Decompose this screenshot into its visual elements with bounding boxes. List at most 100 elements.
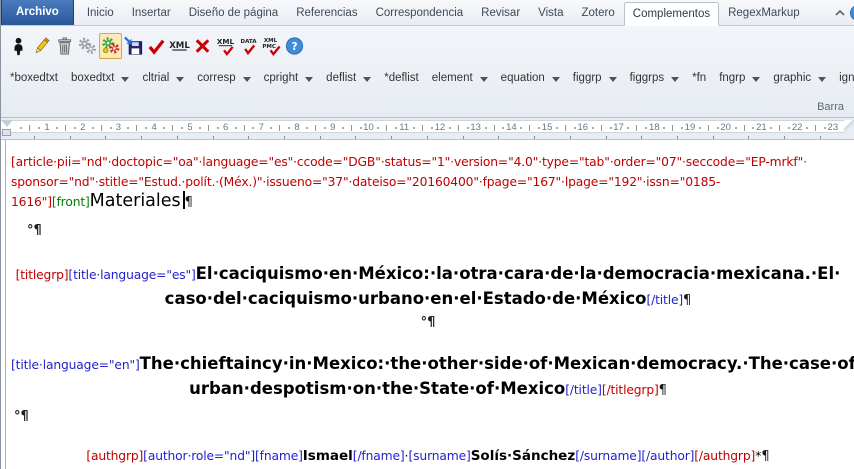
markup-button-boxedtxt[interactable]: *boxedtxt: [10, 72, 58, 84]
svg-text:PMC: PMC: [262, 44, 276, 50]
ruler-tick: [288, 127, 290, 129]
data-check-icon-button[interactable]: DATA: [237, 33, 260, 59]
markup-tag-run: [author·role="nd"]: [143, 449, 255, 463]
tab-archivo[interactable]: Archivo: [1, 0, 74, 25]
text-run: El·caciquismo·en·México:·la·otra·cara·de…: [196, 264, 841, 283]
red-check-icon-button[interactable]: [145, 33, 168, 59]
paragraph[interactable]: °¶: [11, 312, 845, 333]
tab-zotero[interactable]: Zotero: [573, 1, 624, 25]
first-line-indent-marker[interactable]: [1, 120, 13, 127]
document-editing-area[interactable]: [article·pii="nd"·doctopic="oa"·language…: [1, 140, 854, 469]
markup-button-ign[interactable]: ign: [839, 72, 854, 84]
default-tab-stop-mark: [284, 136, 285, 139]
markup-button-corresp[interactable]: corresp: [197, 72, 250, 84]
ruler-endcap: [844, 120, 854, 133]
ruler-number: 21: [756, 122, 767, 133]
default-tab-stop-mark: [34, 136, 35, 139]
ruler-number: 15: [542, 122, 553, 133]
help-icon[interactable]: [850, 5, 854, 21]
xml-pmc-check-icon-button[interactable]: XMLPMC: [260, 33, 283, 59]
ruler-tick: [101, 125, 102, 131]
xml-check-icon-button[interactable]: XML: [214, 33, 237, 59]
paragraph[interactable]: [authgrp][author·role="nd"][fname]Ismael…: [11, 446, 845, 467]
ruler-tick: [199, 127, 201, 129]
markup-button-graphic[interactable]: graphic: [773, 72, 826, 84]
tab-insertar[interactable]: Insertar: [123, 1, 180, 25]
pencil-icon-button[interactable]: [30, 33, 53, 59]
paragraph[interactable]: [title·language="en"]The·chieftaincy·in·…: [11, 352, 845, 402]
tab-referencias[interactable]: Referencias: [287, 1, 366, 25]
ruler-tick: [744, 125, 745, 131]
markup-button-label: ign: [839, 72, 854, 84]
ruler-tick: [181, 127, 183, 129]
ruler-tick: [324, 127, 326, 129]
ruler-number: 9: [330, 122, 335, 133]
markup-button-boxedtxt[interactable]: boxedtxt: [71, 72, 129, 84]
tab-regexmarkup[interactable]: RegexMarkup: [719, 1, 809, 25]
markup-button-element[interactable]: element: [432, 72, 488, 84]
markup-tag-run: [titlegrp]: [16, 268, 69, 282]
markup-button-deflist[interactable]: *deflist: [384, 72, 419, 84]
markup-button-equation[interactable]: equation: [501, 72, 560, 84]
ruler-tick: [806, 127, 808, 129]
tab-complementos[interactable]: Complementos: [624, 2, 719, 26]
markup-button-fngrp[interactable]: fngrp: [719, 72, 760, 84]
paragraph[interactable]: °¶: [27, 220, 845, 241]
ruler-band[interactable]: 1234567891011121314151617181920212223: [1, 120, 846, 133]
custom-toolbars-text-row: *boxedtxt boxedtxt cltrial corresp cpright de…: [10, 72, 854, 84]
svg-text:DATA: DATA: [240, 39, 257, 45]
ribbon-tab-bar: ArchivoInicioInsertarDiseño de páginaRef…: [1, 0, 854, 26]
tab-inicio[interactable]: Inicio: [78, 1, 123, 25]
ruler-number: 6: [223, 122, 228, 133]
ruler-tick: [449, 127, 451, 129]
left-indent-marker[interactable]: [2, 129, 11, 136]
markup-button-figgrps[interactable]: figgrps: [630, 72, 680, 84]
default-tab-stop-mark: [177, 136, 178, 139]
help-icon-button[interactable]: ?: [283, 33, 306, 59]
ruler-tick: [315, 125, 316, 131]
markup-button-deflist[interactable]: deflist: [326, 72, 371, 84]
markup-tag-run: [/title]: [565, 383, 602, 397]
xml-icon-button[interactable]: XML: [168, 33, 191, 59]
tab-vista[interactable]: Vista: [529, 1, 572, 25]
default-tab-stop-mark: [534, 136, 535, 139]
markup-button-label: *boxedtxt: [10, 72, 58, 84]
markup-button-fn[interactable]: *fn: [692, 72, 706, 84]
default-tab-stop-mark: [391, 136, 392, 139]
ruler-tick: [145, 127, 147, 129]
markup-button-figgrp[interactable]: figgrp: [573, 72, 617, 84]
markup-button-cltrial[interactable]: cltrial: [142, 72, 184, 84]
text-run: urban·despotism·on·the·State·of·Mexico: [189, 379, 565, 398]
tab-revisar[interactable]: Revisar: [472, 1, 529, 25]
tab-correspondencia[interactable]: Correspondencia: [367, 1, 473, 25]
ruler-tick: [565, 125, 566, 131]
text-line: [title·language="en"]The·chieftaincy·in·…: [11, 352, 845, 377]
red-x-icon-button[interactable]: [191, 33, 214, 59]
chevron-up-icon[interactable]: [830, 4, 850, 22]
markup-tag-run: [title·language="en"]: [11, 358, 140, 372]
paragraph[interactable]: °¶: [14, 406, 845, 427]
ruler-tick: [467, 127, 469, 129]
ribbon-group-label: Barra: [817, 101, 844, 113]
ruler-number: 7: [259, 122, 264, 133]
ruler-tick: [601, 125, 602, 131]
tab-dise-o-de-p-gina[interactable]: Diseño de página: [180, 1, 288, 25]
gears-icon-button[interactable]: [76, 33, 99, 59]
text-run: Materiales: [90, 191, 181, 211]
save-icon-button[interactable]: [122, 33, 145, 59]
default-tab-stop-mark: [213, 136, 214, 139]
text-line: sponsor="nd"·stitle="Estud.·polít.·(Méx.…: [11, 172, 845, 192]
paragraph[interactable]: [article·pii="nd"·doctopic="oa"·language…: [11, 152, 845, 213]
person-icon-button[interactable]: [7, 33, 30, 59]
markup-tag-run: [/title]: [646, 293, 683, 307]
markup-button-cpright[interactable]: cpright: [264, 72, 314, 84]
trash-icon-button[interactable]: [53, 33, 76, 59]
colored-gears-icon-button[interactable]: [99, 33, 122, 59]
markup-button-label: fngrp: [719, 72, 745, 84]
paragraph[interactable]: [titlegrp][title·language="es"]El·caciqu…: [11, 262, 845, 312]
ruler-tick: [252, 127, 254, 129]
horizontal-ruler[interactable]: 1234567891011121314151617181920212223: [1, 118, 854, 140]
svg-text:?: ?: [291, 41, 297, 53]
markup-tag-run: [/author]: [641, 449, 694, 463]
default-tab-stop-mark: [248, 136, 249, 139]
